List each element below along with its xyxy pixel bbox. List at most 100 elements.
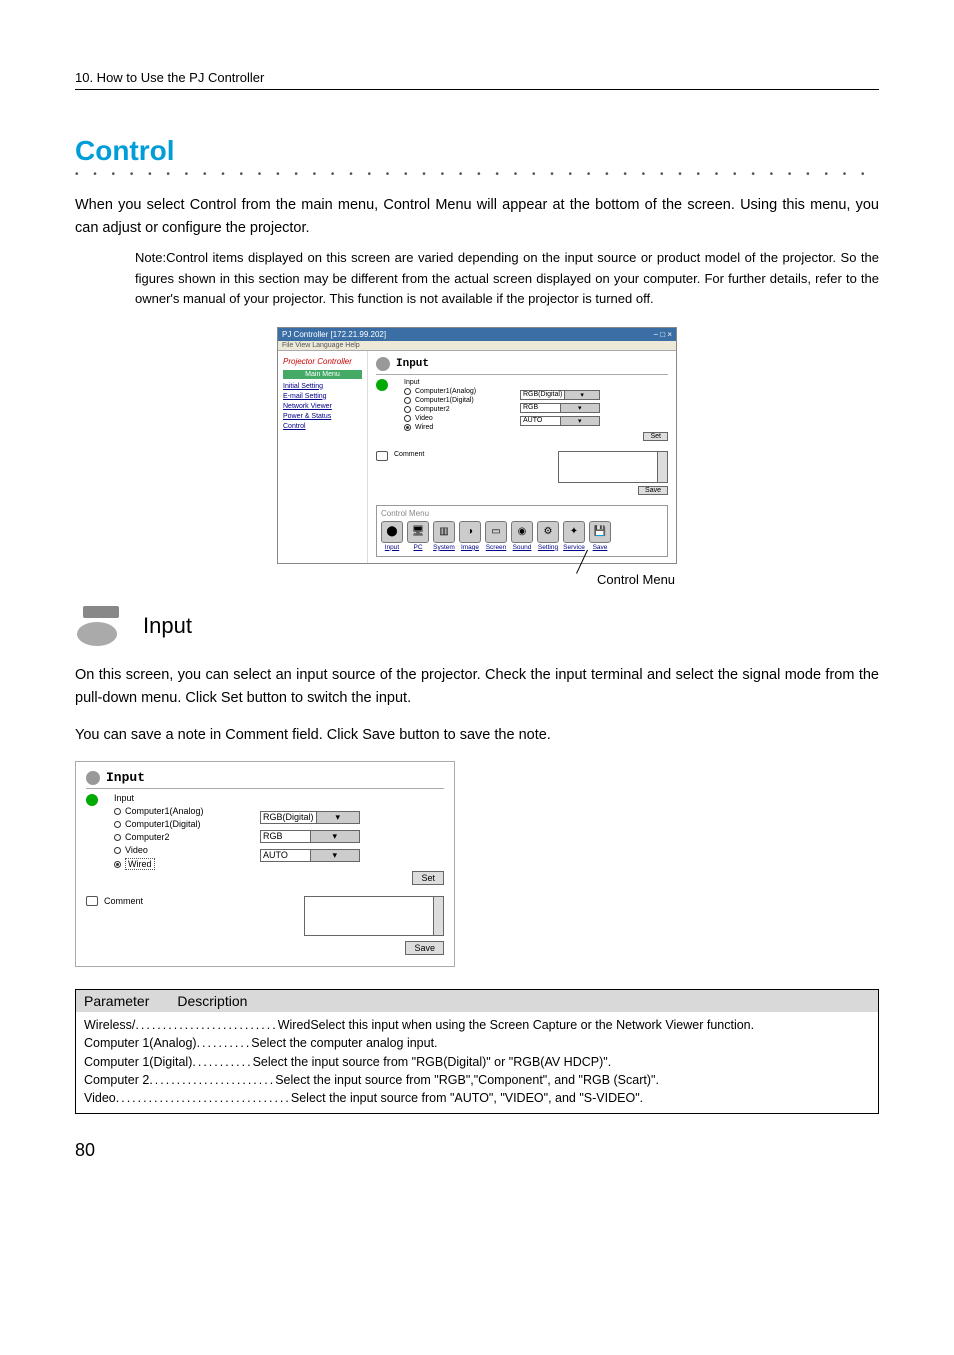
radio-video[interactable] <box>114 847 121 854</box>
input-group-label: Input <box>114 793 254 803</box>
callout: Control Menu <box>277 570 677 600</box>
radio-video[interactable] <box>404 415 411 422</box>
dropdown-computer2-mode[interactable]: RGB▾ <box>260 830 360 843</box>
control-menu: Control Menu ⬤Input 🖥PC ▥System ◑Image ▭… <box>376 505 668 557</box>
page-number: 80 <box>75 1140 879 1161</box>
radio-computer2[interactable] <box>114 834 121 841</box>
chevron-down-icon: ▾ <box>310 850 360 861</box>
chevron-down-icon: ▾ <box>560 417 600 425</box>
col-parameter: Parameter <box>84 993 149 1009</box>
table-row: Computer 1(Digital)...........Select the… <box>84 1053 870 1071</box>
intro-paragraph: When you select Control from the main me… <box>75 194 879 240</box>
chapter-heading: 10. How to Use the PJ Controller <box>75 70 879 90</box>
scrollbar[interactable] <box>433 897 443 935</box>
manual-page: 10. How to Use the PJ Controller Control… <box>0 0 954 1201</box>
section-title: Control <box>75 135 879 167</box>
table-header: Parameter Description <box>76 990 878 1012</box>
screen-icon: ▭ <box>485 521 507 543</box>
menu-bar[interactable]: File View Language Help <box>278 341 676 351</box>
radio-computer2[interactable] <box>404 406 411 413</box>
comment-label: Comment <box>104 896 143 906</box>
ctrl-item-image[interactable]: ◑Image <box>459 521 481 551</box>
dropdown-video-mode[interactable]: AUTO▾ <box>520 416 600 426</box>
sidebar-item-power[interactable]: Power & Status <box>283 413 362 420</box>
body-paragraph-2: You can save a note in Comment field. Cl… <box>75 724 879 747</box>
ctrl-item-screen[interactable]: ▭Screen <box>485 521 507 551</box>
service-icon: ✦ <box>563 521 585 543</box>
projector-lens-icon <box>75 606 129 646</box>
table-row: Computer 1(Analog)..........Select the c… <box>84 1034 870 1052</box>
status-dot-icon <box>86 794 98 806</box>
sidebar-item-email[interactable]: E-mail Setting <box>283 393 362 400</box>
radio-wired[interactable] <box>114 861 121 868</box>
dropdown-video-mode[interactable]: AUTO▾ <box>260 849 360 862</box>
save-button[interactable]: Save <box>405 941 444 955</box>
window-controls[interactable]: − □ × <box>653 330 672 339</box>
set-button[interactable]: Set <box>643 432 668 441</box>
panel-title: Input <box>396 358 429 370</box>
projector-icon <box>86 771 100 785</box>
title-bar: PJ Controller [172.21.99.202] − □ × <box>278 328 676 341</box>
chevron-down-icon: ▾ <box>316 812 359 823</box>
radio-computer1-digital[interactable] <box>114 821 121 828</box>
window-title: PJ Controller [172.21.99.202] <box>282 330 386 339</box>
decorative-dots: • • • • • • • • • • • • • • • • • • • • … <box>75 169 879 180</box>
save-button[interactable]: Save <box>638 486 668 495</box>
ctrl-item-service[interactable]: ✦Service <box>563 521 585 551</box>
table-row: Computer 2.......................Select … <box>84 1071 870 1089</box>
control-menu-title: Control Menu <box>381 509 663 518</box>
table-row: Wireless/..........................Wired… <box>84 1016 870 1034</box>
radio-computer1-analog[interactable] <box>114 808 121 815</box>
save-icon: 💾 <box>589 521 611 543</box>
input-icon: ⬤ <box>381 521 403 543</box>
sidebar-item-control[interactable]: Control <box>283 423 362 430</box>
status-dot-icon <box>376 379 388 391</box>
comment-icon <box>86 896 98 906</box>
app-window: PJ Controller [172.21.99.202] − □ × File… <box>277 327 677 564</box>
scrollbar[interactable] <box>657 452 667 482</box>
radio-computer1-digital[interactable] <box>404 397 411 404</box>
input-panel-detail: Input Input Computer1(Analog) Computer1(… <box>75 761 455 967</box>
ctrl-item-sound[interactable]: ◉Sound <box>511 521 533 551</box>
ctrl-item-input[interactable]: ⬤Input <box>381 521 403 551</box>
table-row: Video................................Sel… <box>84 1089 870 1107</box>
image-icon: ◑ <box>459 521 481 543</box>
parameter-table: Parameter Description Wireless/.........… <box>75 989 879 1114</box>
dropdown-digital-mode[interactable]: RGB(Digital)▾ <box>260 811 360 824</box>
panel-title: Input <box>106 770 145 785</box>
comment-field[interactable] <box>558 451 668 483</box>
ctrl-item-pc[interactable]: 🖥PC <box>407 521 429 551</box>
ctrl-item-setting[interactable]: ⚙Setting <box>537 521 559 551</box>
ctrl-item-save[interactable]: 💾Save <box>589 521 611 551</box>
pc-icon: 🖥 <box>407 521 429 543</box>
subsection-header: Input <box>75 606 879 646</box>
callout-label: Control Menu <box>597 572 675 587</box>
dropdown-digital-mode[interactable]: RGB(Digital)▾ <box>520 390 600 400</box>
comment-label: Comment <box>394 451 424 458</box>
radio-wired[interactable] <box>404 424 411 431</box>
radio-computer1-analog[interactable] <box>404 388 411 395</box>
chevron-down-icon: ▾ <box>564 391 599 399</box>
comment-field[interactable] <box>304 896 444 936</box>
set-button[interactable]: Set <box>412 871 444 885</box>
content-pane: Input Input Computer1(Analog) Computer1(… <box>368 351 676 563</box>
sidebar-logo: Projector Controller <box>283 357 362 366</box>
note-paragraph: Note:Control items displayed on this scr… <box>135 248 879 308</box>
chevron-down-icon: ▾ <box>310 831 360 842</box>
sidebar-item-network[interactable]: Network Viewer <box>283 403 362 410</box>
setting-icon: ⚙ <box>537 521 559 543</box>
system-icon: ▥ <box>433 521 455 543</box>
subsection-title: Input <box>143 613 192 639</box>
projector-icon <box>376 357 390 371</box>
sidebar-section-header: Main Menu <box>283 370 362 379</box>
sidebar-item-initial[interactable]: Initial Setting <box>283 383 362 390</box>
sound-icon: ◉ <box>511 521 533 543</box>
ctrl-item-system[interactable]: ▥System <box>433 521 455 551</box>
col-description: Description <box>177 993 247 1009</box>
chevron-down-icon: ▾ <box>560 404 600 412</box>
input-group-label: Input <box>404 379 514 386</box>
sidebar: Projector Controller Main Menu Initial S… <box>278 351 368 563</box>
comment-icon <box>376 451 388 461</box>
dropdown-computer2-mode[interactable]: RGB▾ <box>520 403 600 413</box>
body-paragraph-1: On this screen, you can select an input … <box>75 664 879 710</box>
